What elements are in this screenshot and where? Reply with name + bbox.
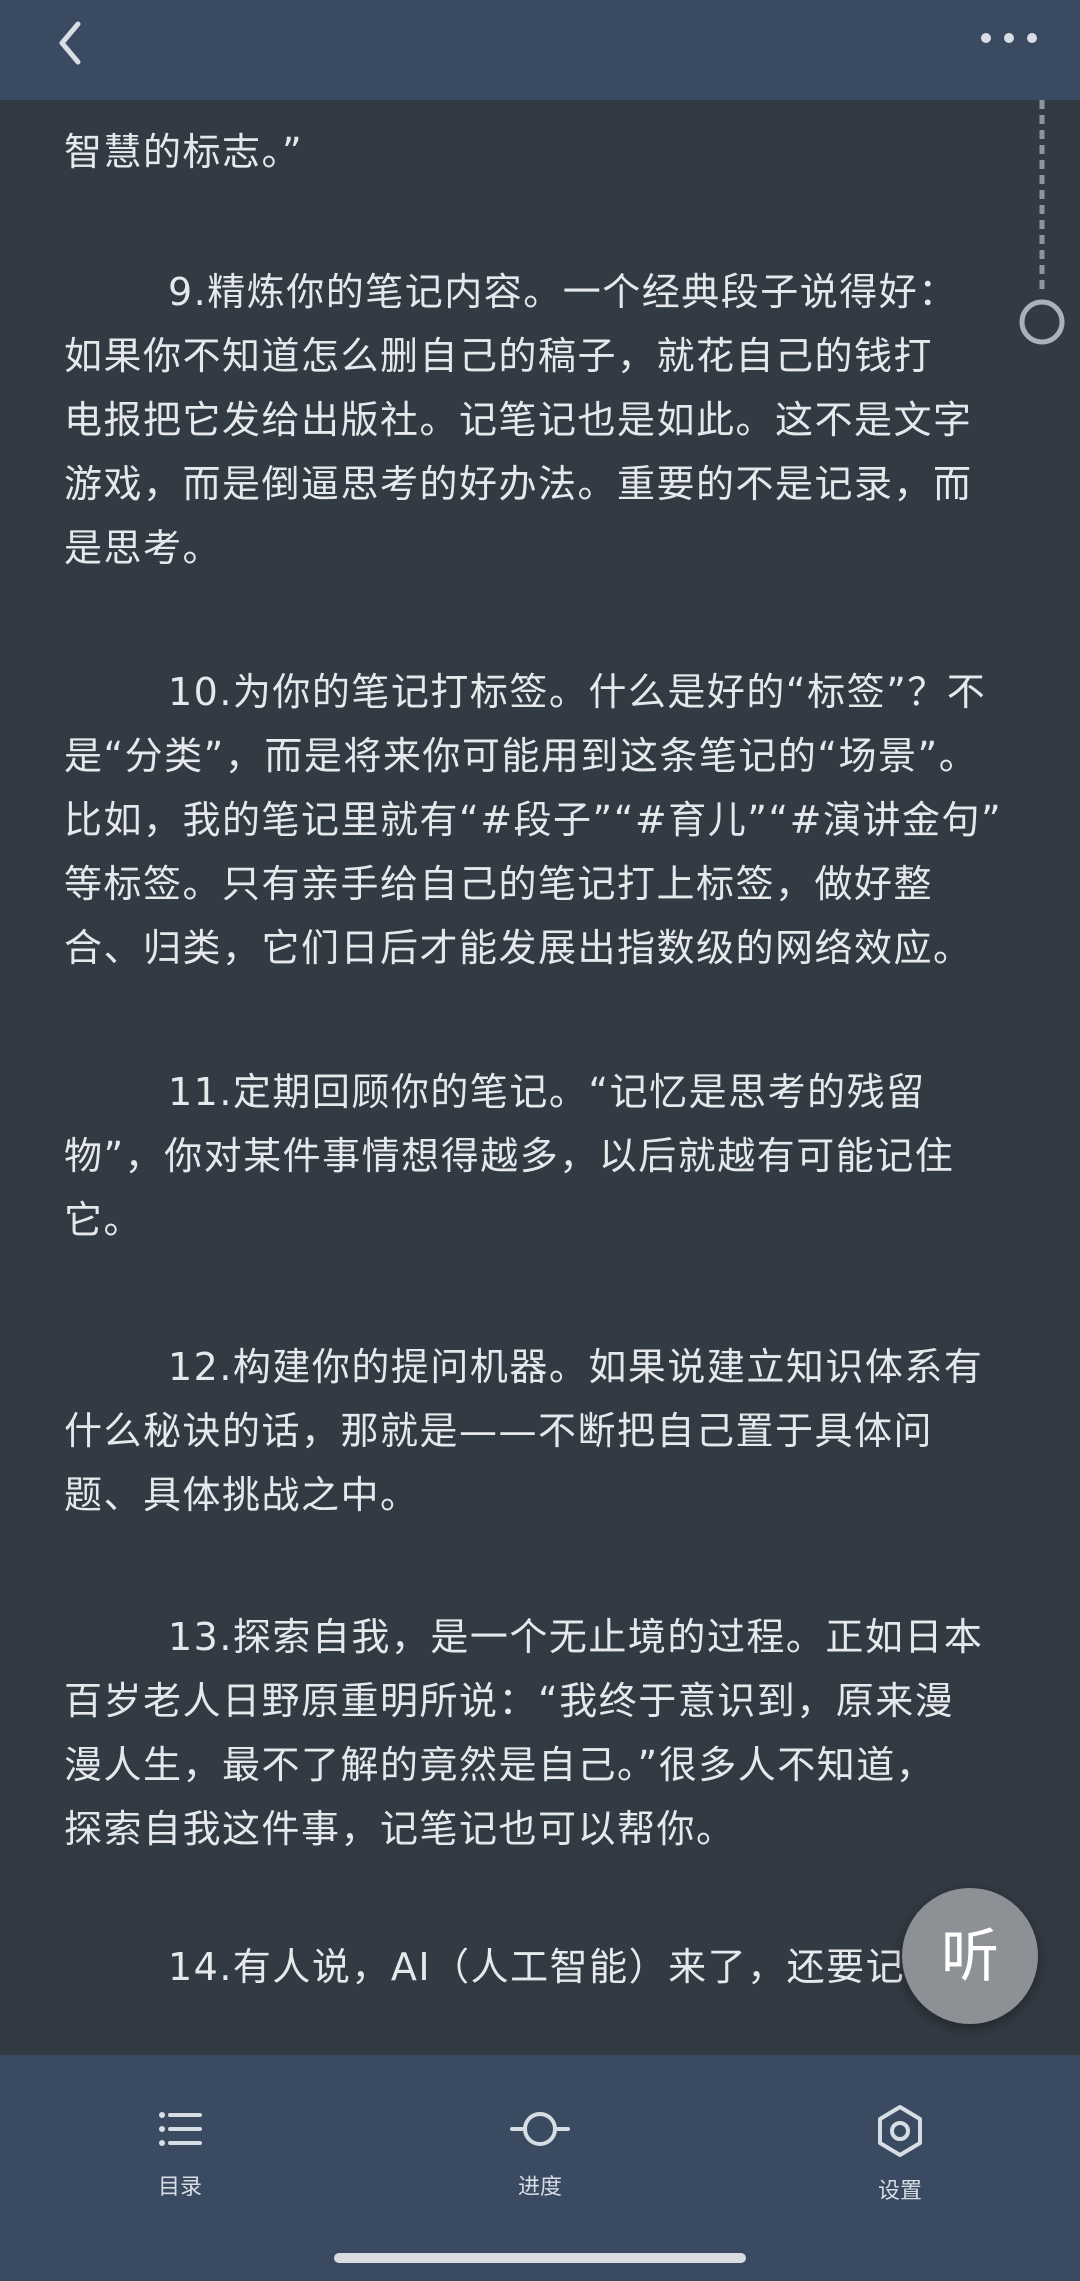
tab-label: 进度: [517, 2175, 562, 2200]
text-line: 合、归类，它们日后才能发展出指数级的网络效应。: [64, 926, 973, 970]
text-line: 智慧的标志。”: [64, 130, 304, 174]
more-icon: [981, 33, 1037, 43]
text-line: 14.有人说，AI（人工智能）来了，还要记笔记: [168, 1945, 985, 1989]
text-line: 13.探索自我，是一个无止境的过程。正如日本: [168, 1615, 984, 1659]
paragraph: 11.定期回顾你的笔记。“记忆是思考的残留 物”，你对某件事情想得越多，以后就越…: [64, 1060, 1024, 1252]
text-line: 探索自我这件事，记笔记也可以帮你。: [64, 1807, 736, 1851]
top-bar: [0, 0, 1080, 100]
text-line: 题、具体挑战之中。: [64, 1473, 420, 1517]
text-line: 等标签。只有亲手给自己的笔记打上标签，做好整: [64, 862, 934, 906]
paragraph: 12.构建你的提问机器。如果说建立知识体系有 什么秘诀的话，那就是——不断把自己…: [64, 1335, 1024, 1527]
paragraph: 智慧的标志。”: [64, 120, 1024, 184]
text-line: 漫人生，最不了解的竟然是自己。”很多人不知道，: [64, 1743, 936, 1787]
listen-button[interactable]: 听: [902, 1888, 1038, 2024]
bottom-nav: 目录 进度 设置: [0, 2055, 1080, 2281]
text-line: 电报把它发给出版社。记笔记也是如此。这不是文字: [64, 398, 973, 442]
pull-cord-icon[interactable]: [1012, 100, 1072, 360]
text-line: 如果你不知道怎么删自己的稿子，就花自己的钱打: [64, 334, 934, 378]
tab-progress[interactable]: 进度: [440, 2103, 640, 2223]
chevron-left-icon: [59, 21, 81, 65]
paragraph: 14.有人说，AI（人工智能）来了，还要记笔记: [64, 1935, 1024, 1999]
text-line: 它。: [64, 1198, 144, 1242]
text-line: 什么秘诀的话，那就是——不断把自己置于具体问: [64, 1409, 934, 1453]
reading-content[interactable]: 智慧的标志。” 9.精炼你的笔记内容。一个经典段子说得好： 如果你不知道怎么删自…: [0, 100, 1080, 2055]
text-line: 物”，你对某件事情想得越多，以后就越有可能记住: [64, 1134, 955, 1178]
paragraph: 9.精炼你的笔记内容。一个经典段子说得好： 如果你不知道怎么删自己的稿子，就花自…: [64, 260, 1024, 580]
text-line: 是“分类”，而是将来你可能用到这条笔记的“场景”。: [64, 734, 979, 778]
more-options-button[interactable]: [974, 18, 1044, 58]
tab-contents[interactable]: 目录: [80, 2103, 280, 2223]
text-line: 比如，我的笔记里就有“#段子”“#育儿”“#演讲金句”: [64, 798, 1003, 842]
text-line: 12.构建你的提问机器。如果说建立知识体系有: [168, 1345, 984, 1389]
tab-settings[interactable]: 设置: [800, 2103, 1000, 2223]
list-icon: [159, 2112, 202, 2146]
text-line: 10.为你的笔记打标签。什么是好的“标签”？不: [168, 670, 987, 714]
home-indicator[interactable]: [334, 2253, 746, 2263]
paragraph: 13.探索自我，是一个无止境的过程。正如日本 百岁老人日野原重明所说：“我终于意…: [64, 1605, 1024, 1861]
back-button[interactable]: [50, 18, 90, 68]
progress-icon: [510, 2112, 570, 2146]
text-line: 9.精炼你的笔记内容。一个经典段子说得好：: [168, 270, 958, 314]
paragraph: 10.为你的笔记打标签。什么是好的“标签”？不 是“分类”，而是将来你可能用到这…: [64, 660, 1024, 980]
text-line: 百岁老人日野原重明所说：“我终于意识到，原来漫: [64, 1679, 955, 1723]
text-line: 游戏，而是倒逼思考的好办法。重要的不是记录，而: [64, 462, 973, 506]
text-line: 11.定期回顾你的笔记。“记忆是思考的残留: [168, 1070, 926, 1114]
settings-icon: [878, 2105, 922, 2157]
tab-label: 设置: [877, 2179, 922, 2204]
tab-label: 目录: [157, 2175, 202, 2200]
text-line: 是思考。: [64, 526, 223, 570]
